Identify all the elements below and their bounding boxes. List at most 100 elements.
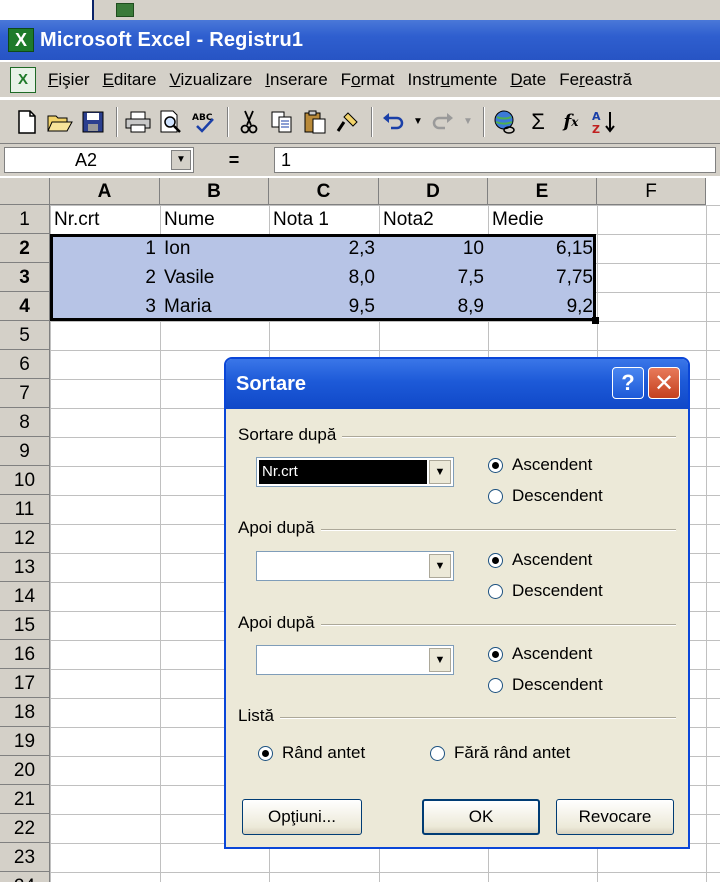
redo-icon[interactable] [428, 107, 458, 137]
then-by-2-ascending-radio[interactable]: Ascendent [488, 644, 592, 664]
menu-insert[interactable]: Inserare [265, 70, 327, 90]
row-header-6[interactable]: 6 [0, 350, 50, 379]
menu-file[interactable]: Fişier [48, 70, 90, 90]
row-header-7[interactable]: 7 [0, 379, 50, 408]
sort-by-select[interactable]: Nr.crt ▼ [256, 457, 454, 487]
sort-by-ascending-radio[interactable]: Ascendent [488, 455, 592, 475]
copy-icon[interactable] [267, 107, 297, 137]
chevron-down-icon[interactable]: ▼ [429, 460, 451, 484]
name-box[interactable]: A2 ▼ [4, 147, 194, 173]
column-header-f[interactable]: F [597, 178, 706, 205]
undo-icon[interactable] [378, 107, 408, 137]
header-cell[interactable]: Nr.crt [50, 205, 160, 234]
row-header-12[interactable]: 12 [0, 524, 50, 553]
row-header-2[interactable]: 2 [0, 234, 50, 263]
header-cell[interactable]: Nume [160, 205, 269, 234]
hyperlink-icon[interactable] [490, 107, 520, 137]
data-cell[interactable]: 8,9 [379, 292, 488, 321]
data-cell[interactable]: 10 [379, 234, 488, 263]
row-header-13[interactable]: 13 [0, 553, 50, 582]
row-header-19[interactable]: 19 [0, 727, 50, 756]
data-cell[interactable]: 9,5 [269, 292, 379, 321]
menu-view[interactable]: Vizualizare [169, 70, 252, 90]
column-header-e[interactable]: E [488, 178, 597, 205]
row-header-11[interactable]: 11 [0, 495, 50, 524]
header-cell[interactable]: Medie [488, 205, 597, 234]
header-row-radio[interactable]: Rând antet [258, 743, 365, 763]
row-header-17[interactable]: 17 [0, 669, 50, 698]
redo-dropdown-icon[interactable]: ▼ [461, 107, 475, 137]
menu-data[interactable]: Date [510, 70, 546, 90]
column-header-b[interactable]: B [160, 178, 269, 205]
data-cell[interactable]: Ion [160, 234, 269, 263]
data-cell[interactable]: 2,3 [269, 234, 379, 263]
column-header-c[interactable]: C [269, 178, 379, 205]
menu-edit[interactable]: Editare [103, 70, 157, 90]
data-cell[interactable]: 6,15 [488, 234, 597, 263]
then-by-1-select[interactable]: ▼ [256, 551, 454, 581]
row-header-9[interactable]: 9 [0, 437, 50, 466]
row-header-4[interactable]: 4 [0, 292, 50, 321]
data-cell[interactable]: 2 [50, 263, 160, 292]
row-header-10[interactable]: 10 [0, 466, 50, 495]
row-header-24[interactable]: 24 [0, 872, 50, 882]
ok-button[interactable]: OK [422, 799, 540, 835]
sort-ascending-icon[interactable]: AZ [589, 107, 619, 137]
then-by-1-ascending-radio[interactable]: Ascendent [488, 550, 592, 570]
row-header-8[interactable]: 8 [0, 408, 50, 437]
format-painter-icon[interactable] [333, 107, 363, 137]
print-icon[interactable] [123, 107, 153, 137]
menu-window[interactable]: Fereastră [559, 70, 632, 90]
row-header-18[interactable]: 18 [0, 698, 50, 727]
undo-dropdown-icon[interactable]: ▼ [411, 107, 425, 137]
options-button[interactable]: Opţiuni... [242, 799, 362, 835]
data-cell[interactable]: 9,2 [488, 292, 597, 321]
menu-format[interactable]: Format [341, 70, 395, 90]
row-header-15[interactable]: 15 [0, 611, 50, 640]
chevron-down-icon[interactable]: ▼ [429, 648, 451, 672]
data-cell[interactable]: 3 [50, 292, 160, 321]
sort-by-descending-radio[interactable]: Descendent [488, 486, 603, 506]
data-cell[interactable]: 7,5 [379, 263, 488, 292]
save-icon[interactable] [78, 107, 108, 137]
row-header-14[interactable]: 14 [0, 582, 50, 611]
row-header-16[interactable]: 16 [0, 640, 50, 669]
formula-input[interactable]: 1 [274, 147, 716, 173]
no-header-row-radio[interactable]: Fără rând antet [430, 743, 570, 763]
spelling-icon[interactable]: ABC [189, 107, 219, 137]
then-by-2-select[interactable]: ▼ [256, 645, 454, 675]
cut-icon[interactable] [234, 107, 264, 137]
header-cell[interactable]: Nota2 [379, 205, 488, 234]
row-header-5[interactable]: 5 [0, 321, 50, 350]
function-icon[interactable]: fx [556, 107, 586, 137]
data-cell[interactable]: 1 [50, 234, 160, 263]
autosum-icon[interactable]: Σ [523, 107, 553, 137]
then-by-1-descending-radio[interactable]: Descendent [488, 581, 603, 601]
select-all-corner[interactable] [0, 178, 50, 205]
row-header-1[interactable]: 1 [0, 205, 50, 234]
header-cell[interactable]: Nota 1 [269, 205, 379, 234]
close-button[interactable]: ✕ [648, 367, 680, 399]
data-cell[interactable]: 7,75 [488, 263, 597, 292]
row-header-23[interactable]: 23 [0, 843, 50, 872]
menu-tools[interactable]: Instrumente [408, 70, 498, 90]
row-header-22[interactable]: 22 [0, 814, 50, 843]
open-icon[interactable] [45, 107, 75, 137]
help-button[interactable]: ? [612, 367, 644, 399]
data-cell[interactable]: Vasile [160, 263, 269, 292]
chevron-down-icon[interactable]: ▼ [171, 150, 191, 170]
cancel-button[interactable]: Revocare [556, 799, 674, 835]
data-cell[interactable]: Maria [160, 292, 269, 321]
new-icon[interactable] [12, 107, 42, 137]
data-cell[interactable]: 8,0 [269, 263, 379, 292]
row-header-21[interactable]: 21 [0, 785, 50, 814]
column-header-a[interactable]: A [50, 178, 160, 205]
column-header-d[interactable]: D [379, 178, 488, 205]
chevron-down-icon[interactable]: ▼ [429, 554, 451, 578]
then-by-2-descending-radio[interactable]: Descendent [488, 675, 603, 695]
print-preview-icon[interactable] [156, 107, 186, 137]
paste-icon[interactable] [300, 107, 330, 137]
row-header-20[interactable]: 20 [0, 756, 50, 785]
document-menu-icon[interactable] [10, 66, 36, 93]
row-header-3[interactable]: 3 [0, 263, 50, 292]
